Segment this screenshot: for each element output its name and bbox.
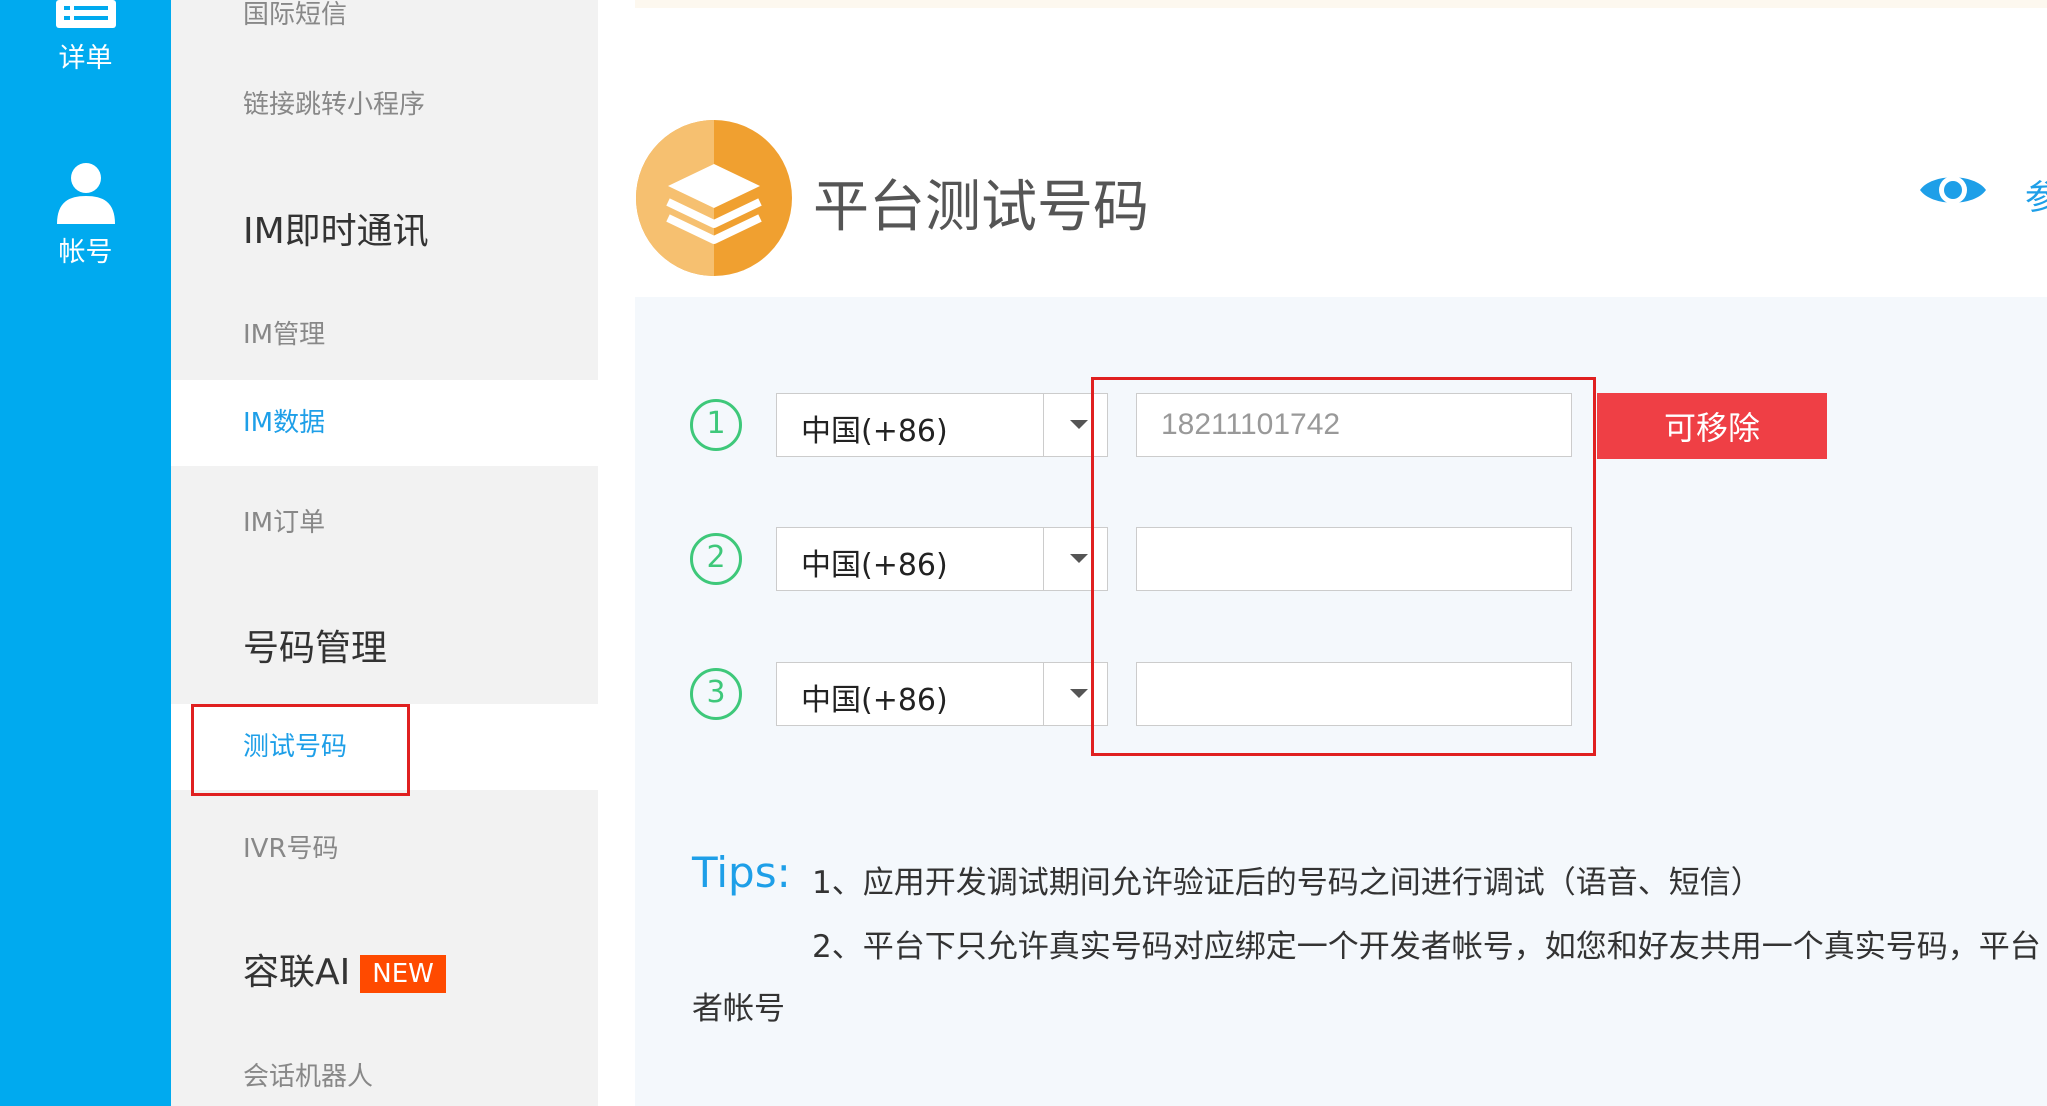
tips-label: Tips: — [692, 848, 791, 897]
sidebar-item-ivr-numbers[interactable]: IVR号码 — [171, 828, 598, 865]
notice-strip — [635, 0, 2047, 8]
step-number-3: 3 — [690, 668, 742, 720]
sidebar-group-number-management: 号码管理 — [243, 628, 388, 669]
country-select-value: 中国(+86) — [801, 548, 948, 583]
rail-item-details-label: 详单 — [58, 43, 113, 74]
step-number-2: 2 — [690, 533, 742, 585]
country-select-3[interactable]: 中国(+86) — [776, 662, 1108, 726]
gutter — [598, 0, 635, 1106]
page-title: 平台测试号码 — [813, 175, 1149, 240]
chevron-down-icon[interactable] — [1070, 554, 1088, 563]
sidebar-group-ai: 容联AI NEW — [243, 943, 446, 995]
left-rail: 详单 帐号 — [0, 0, 171, 1106]
step-number-1: 1 — [690, 399, 742, 451]
sidebar-item-im-order[interactable]: IM订单 — [171, 502, 598, 539]
tip-line-1: 1、应用开发调试期间允许验证后的号码之间进行调试（语音、短信） — [812, 865, 1762, 901]
sidebar-group-im: IM即时通讯 — [243, 211, 429, 252]
chevron-down-icon[interactable] — [1070, 420, 1088, 429]
view-link-cut-text[interactable]: 参 — [2025, 170, 2047, 219]
country-select-value: 中国(+86) — [801, 414, 948, 449]
sidebar-group-ai-label: 容联AI — [243, 952, 351, 993]
chevron-down-icon[interactable] — [1070, 689, 1088, 698]
highlight-box-phone-inputs — [1091, 377, 1596, 756]
rail-item-account-label: 帐号 — [58, 237, 113, 268]
tip-line-3: 者帐号 — [692, 991, 785, 1027]
list-icon — [55, 0, 116, 28]
rail-item-details[interactable]: 详单 — [0, 0, 171, 75]
sub-sidebar: 国际短信 链接跳转小程序 IM即时通讯 IM管理 IM数据 IM订单 号码管理 … — [171, 0, 598, 1106]
layers-icon — [636, 120, 792, 276]
sidebar-item-im-data[interactable]: IM数据 — [171, 380, 598, 466]
remove-button[interactable]: 可移除 — [1597, 393, 1827, 459]
highlight-box-sidebar — [191, 704, 410, 796]
user-icon — [56, 163, 115, 224]
country-select-value: 中国(+86) — [801, 683, 948, 718]
eye-icon[interactable] — [1918, 167, 1988, 213]
sidebar-item-im-manage[interactable]: IM管理 — [171, 314, 598, 351]
sidebar-item-chatbot[interactable]: 会话机器人 — [171, 1056, 598, 1093]
tip-line-2: 2、平台下只允许真实号码对应绑定一个开发者帐号，如您和好友共用一个真实号码，平台 — [812, 929, 2041, 965]
country-select-1[interactable]: 中国(+86) — [776, 393, 1108, 457]
country-select-2[interactable]: 中国(+86) — [776, 527, 1108, 591]
sidebar-item-mini-program-link[interactable]: 链接跳转小程序 — [171, 84, 598, 121]
new-badge: NEW — [360, 955, 446, 993]
sidebar-item-intl-sms[interactable]: 国际短信 — [171, 0, 598, 31]
rail-item-account[interactable]: 帐号 — [0, 158, 171, 269]
